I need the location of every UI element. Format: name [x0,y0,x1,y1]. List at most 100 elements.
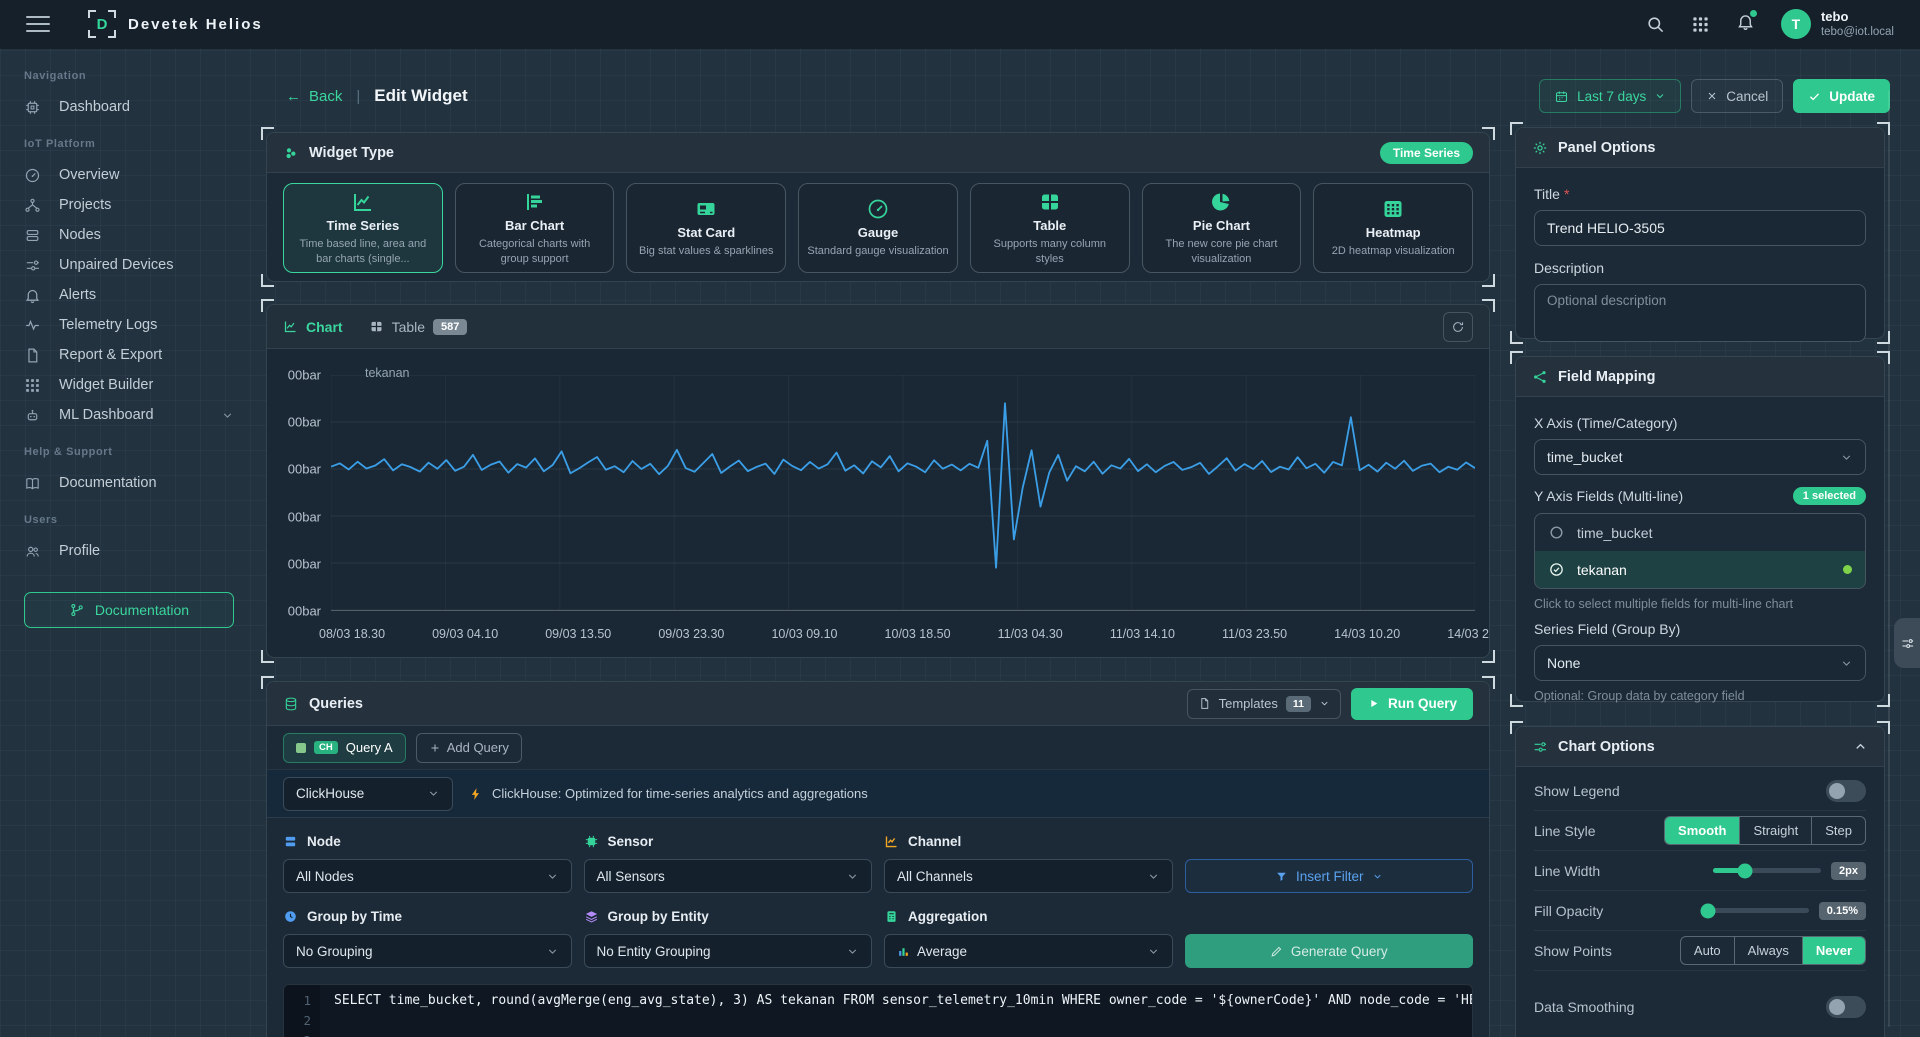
plus-icon [429,742,441,754]
tab-chart[interactable]: Chart [283,319,343,335]
shapes-icon [283,145,299,161]
cancel-button[interactable]: Cancel [1691,79,1783,113]
line-width-slider[interactable] [1713,868,1821,873]
server-stack-icon [24,227,41,244]
refresh-button[interactable] [1443,312,1473,342]
widget-card-bar-chart[interactable]: Bar Chart Categorical charts with group … [455,183,615,273]
line-width-value: 2px [1831,862,1866,880]
collapse-chevron-icon[interactable] [1853,739,1868,754]
pulse-icon [24,317,41,334]
widget-card-heatmap[interactable]: Heatmap 2D heatmap visualization [1313,183,1473,273]
generate-query-button[interactable]: Generate Query [1185,934,1474,968]
user-menu[interactable]: T tebo tebo@iot.local [1781,9,1894,40]
title-label: Title* [1534,186,1866,202]
run-query-button[interactable]: Run Query [1351,688,1473,720]
show-points-always[interactable]: Always [1734,937,1802,964]
y-field-tekanan[interactable]: tekanan [1535,551,1865,588]
bar-chart-icon [523,190,547,214]
app-root: D Devetek Helios T tebo tebo@iot.local N… [0,0,1920,1037]
sidebar-item-documentation[interactable]: Documentation [24,468,252,498]
sidebar-item-nodes[interactable]: Nodes [24,220,252,250]
sidebar-item-profile[interactable]: Profile [24,536,252,566]
templates-button[interactable]: Templates 11 [1187,689,1341,719]
chevron-down-icon [546,945,559,958]
show-points-label: Show Points [1534,943,1612,959]
add-query-button[interactable]: Add Query [416,733,522,763]
line-style-smooth[interactable]: Smooth [1665,817,1739,844]
line-width-label: Line Width [1534,863,1600,879]
play-icon [1367,697,1380,710]
sql-code[interactable]: SELECT time_bucket, round(avgMerge(eng_a… [320,985,1472,1037]
sidebar-item-unpaired-devices[interactable]: Unpaired Devices [24,250,252,280]
panel-toggle-button[interactable] [1894,618,1920,668]
robot-icon [24,407,41,424]
x-tick: 11/03 14.10 [1110,627,1175,641]
sql-editor[interactable]: 1 2 3 4 5 SELECT time_bucket, round(avgM… [283,984,1473,1037]
sidebar-item-report-export[interactable]: Report & Export [24,340,252,370]
sidebar-item-widget-builder[interactable]: Widget Builder [24,370,252,400]
x-axis-select[interactable]: time_bucket [1534,439,1866,475]
mini-bars-icon [897,945,910,958]
sidebar-item-overview[interactable]: Overview [24,160,252,190]
sensor-select[interactable]: All Sensors [584,859,873,893]
show-points-never[interactable]: Never [1802,937,1865,964]
series-field-select[interactable]: None [1534,645,1866,681]
back-arrow-icon: ← [286,88,301,105]
chevron-down-icon [1147,870,1160,883]
channel-select[interactable]: All Channels [884,859,1173,893]
widget-card-stat-card[interactable]: Stat Card Big stat values & sparklines [626,183,786,273]
gauge-icon [866,197,890,221]
menu-icon[interactable] [26,16,50,32]
sliders-icon [1900,636,1915,651]
time-range-button[interactable]: Last 7 days [1539,79,1681,113]
update-button[interactable]: Update [1793,79,1890,113]
table-icon [369,319,384,334]
y-field-time-bucket[interactable]: time_bucket [1535,514,1865,551]
x-tick: 11/03 23.50 [1222,627,1287,641]
widget-card-time-series[interactable]: Time Series Time based line, area and ba… [283,183,443,273]
apps-grid-icon[interactable] [1691,15,1710,34]
sidebar-item-dashboard[interactable]: Dashboard [24,92,252,122]
x-axis-label: X Axis (Time/Category) [1534,415,1866,431]
show-legend-toggle[interactable] [1826,780,1866,802]
book-icon [24,475,41,492]
group-by-entity-select[interactable]: No Entity Grouping [584,934,873,968]
line-style-straight[interactable]: Straight [1739,817,1811,844]
scrollbar-track[interactable] [1888,90,1890,1027]
notifications-button[interactable] [1736,12,1755,36]
line-style-step[interactable]: Step [1811,817,1865,844]
sidebar-item-alerts[interactable]: Alerts [24,280,252,310]
chevron-down-icon [1372,871,1383,882]
title-input[interactable] [1534,210,1866,246]
sidebar-item-projects[interactable]: Projects [24,190,252,220]
group-by-time-select[interactable]: No Grouping [283,934,572,968]
description-textarea[interactable] [1534,284,1866,342]
widget-card-pie-chart[interactable]: Pie Chart The new core pie chart visuali… [1142,183,1302,273]
data-smoothing-toggle[interactable] [1826,996,1866,1018]
line-chart-icon [283,319,298,334]
search-icon[interactable] [1646,15,1665,34]
aggregation-select[interactable]: Average [884,934,1173,968]
widget-card-gauge[interactable]: Gauge Standard gauge visualization [798,183,958,273]
fill-opacity-slider[interactable] [1701,908,1809,913]
sidebar-item-telemetry-logs[interactable]: Telemetry Logs [24,310,252,340]
line-chart[interactable]: tekanan [331,375,1475,611]
show-points-auto[interactable]: Auto [1681,937,1734,964]
pie-chart-icon [1209,190,1233,214]
documentation-button[interactable]: Documentation [24,592,234,628]
check-circle-icon [1548,561,1565,578]
y-tick: 00bar [288,415,321,430]
tab-table[interactable]: Table 587 [369,319,468,335]
back-button[interactable]: ← Back [286,88,342,105]
field-mapping-title: Field Mapping [1558,369,1655,385]
node-select[interactable]: All Nodes [283,859,572,893]
sidebar-item-ml-dashboard[interactable]: ML Dashboard [24,400,252,430]
gear-icon [1532,140,1548,156]
required-mark: * [1564,186,1569,202]
query-tab-a[interactable]: CH Query A [283,733,406,763]
refresh-icon [1451,320,1465,334]
brand-logo: D [88,10,116,38]
insert-filter-button[interactable]: Insert Filter [1185,859,1474,893]
widget-card-table[interactable]: Table Supports many column styles [970,183,1130,273]
datasource-select[interactable]: ClickHouse [283,777,453,811]
